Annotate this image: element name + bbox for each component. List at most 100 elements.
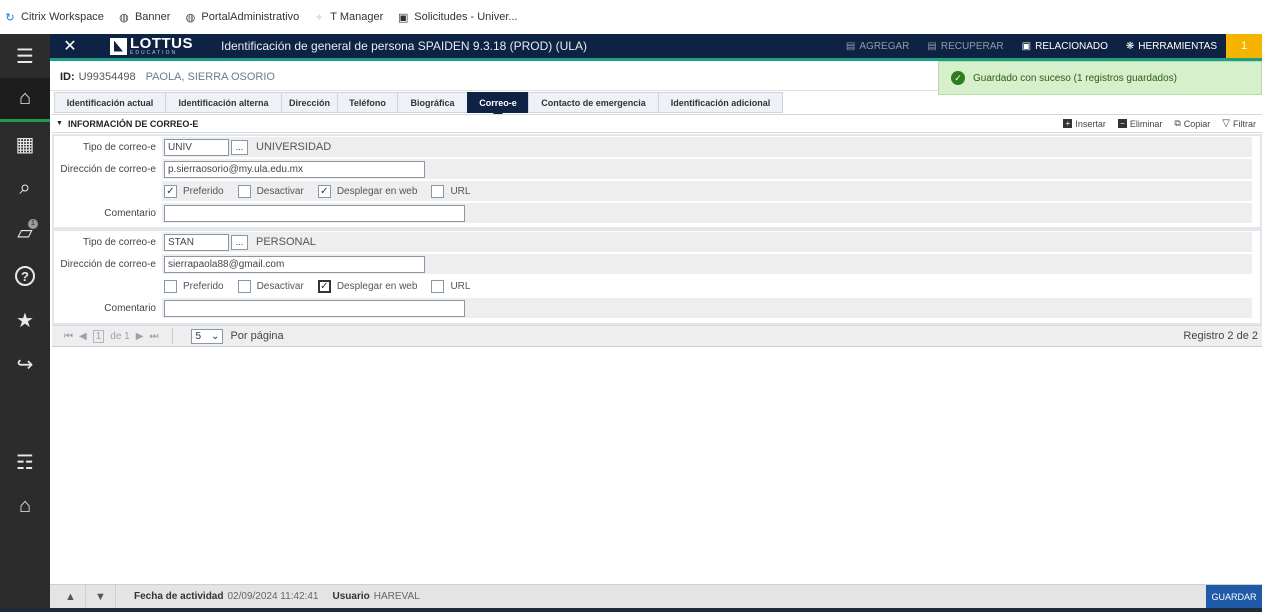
add-label: AGREGAR	[859, 40, 910, 52]
notification-count[interactable]: 1	[1226, 34, 1262, 58]
citrix-icon: ↻	[5, 11, 15, 24]
display-web-checkbox[interactable]: ✓ Desplegar en web	[317, 279, 417, 293]
last-page-icon[interactable]: ⏭	[149, 331, 158, 342]
status-footer: ▲ ▼ Fecha de actividad 02/09/2024 11:42:…	[50, 584, 1262, 609]
per-page-select[interactable]: 5 ⌄	[191, 328, 224, 344]
related-button[interactable]: ▣ RELACIONADO	[1013, 34, 1117, 58]
display-web-label: Desplegar en web	[336, 185, 418, 197]
bookmark-label: T Manager	[330, 11, 384, 23]
prev-page-icon[interactable]: ◀	[79, 331, 87, 342]
success-toast[interactable]: ✓ Guardado con suceso (1 registros guard…	[938, 61, 1262, 95]
tab-telefono[interactable]: Teléfono	[337, 92, 397, 113]
url-checkbox[interactable]: URL	[431, 279, 470, 293]
tab-correo-e[interactable]: Correo-e	[467, 92, 528, 118]
tab-direccion[interactable]: Dirección	[281, 92, 337, 113]
bookmark-label: Banner	[134, 11, 171, 23]
add-button[interactable]: ▤ AGREGAR	[837, 34, 918, 58]
comment-field[interactable]	[164, 204, 465, 222]
display-web-checkbox[interactable]: ✓ Desplegar en web	[317, 184, 418, 198]
bookmark-item[interactable]: ✦ T Manager	[313, 11, 384, 24]
logo: LOTTUS EDUCATION	[110, 36, 193, 56]
comment-row: Comentario	[54, 297, 1260, 319]
retrieve-label: RECUPERAR	[940, 40, 1004, 52]
logo-mark	[110, 37, 127, 55]
options-row: Preferido Desactivar ✓ Desplegar en web U…	[54, 275, 1260, 297]
favorites-icon[interactable]: ★	[0, 298, 50, 342]
lookup-button[interactable]: ...	[231, 139, 248, 155]
institution-icon[interactable]: ⌂	[0, 484, 50, 528]
page-title: Identificación de general de persona SPA…	[221, 39, 587, 53]
scroll-top-icon[interactable]: ▲	[56, 584, 86, 609]
home-icon[interactable]: ⌂	[0, 78, 50, 122]
lookup-button[interactable]: ...	[231, 234, 248, 250]
bookmark-item[interactable]: ▣ Solicitudes - Univer...	[397, 11, 518, 24]
url-checkbox[interactable]: URL	[431, 184, 470, 198]
inactivate-checkbox[interactable]: Desactivar	[237, 279, 304, 293]
grid-icon[interactable]: ▦	[0, 122, 50, 166]
folder-icon[interactable]: ▱ 1	[0, 210, 50, 254]
bookmark-item[interactable]: ↻ Citrix Workspace	[4, 11, 104, 24]
bookmark-item[interactable]: ◍ Banner	[118, 11, 171, 24]
insert-label: Insertar	[1075, 118, 1106, 129]
close-icon[interactable]: ✕	[50, 36, 90, 56]
email-record: Tipo de correo-e STAN ... PERSONAL Direc…	[52, 229, 1262, 325]
user-label: Usuario	[332, 591, 370, 602]
preferred-box: ✓	[164, 184, 177, 198]
page-of-label: de 1	[110, 330, 130, 342]
email-address-field[interactable]: p.sierraosorio@my.ula.edu.mx	[164, 160, 425, 178]
globe-icon: ◍	[119, 11, 129, 24]
help-icon[interactable]: ?	[0, 254, 50, 298]
collapse-caret-icon[interactable]: ▼	[56, 120, 63, 127]
comment-field[interactable]	[164, 299, 465, 317]
inactivate-checkbox[interactable]: Desactivar	[237, 184, 304, 198]
next-page-icon[interactable]: ▶	[136, 331, 144, 342]
activity-date: 02/09/2024 11:42:41	[227, 591, 319, 602]
logo-text: LOTTUS	[130, 35, 193, 52]
per-page-label: Por página	[230, 330, 284, 342]
comment-label: Comentario	[104, 207, 156, 219]
address-row: Dirección de correo-e p.sierraosorio@my.…	[54, 158, 1260, 180]
first-page-icon[interactable]: ⏮	[64, 331, 73, 342]
preferred-checkbox[interactable]: ✓ Preferido	[164, 184, 224, 198]
bookmark-item[interactable]: ◍ PortalAdministrativo	[184, 11, 300, 24]
menu-icon[interactable]: ☰	[0, 34, 50, 78]
address-row: Dirección de correo-e sierrapaola88@gmai…	[54, 253, 1260, 275]
save-button[interactable]: GUARDAR	[1206, 584, 1262, 609]
insert-button[interactable]: + Insertar	[1057, 119, 1112, 129]
tab-biografica[interactable]: Biográfica	[397, 92, 467, 113]
retrieve-icon: ▤	[927, 40, 937, 52]
logo-subtext: EDUCATION	[130, 50, 178, 56]
folder-badge: 1	[28, 219, 38, 229]
tab-identificacion-actual[interactable]: Identificación actual	[54, 92, 165, 113]
tab-identificacion-alterna[interactable]: Identificación alterna	[165, 92, 281, 113]
copy-button[interactable]: ⧉ Copiar	[1168, 118, 1216, 129]
chevron-down-icon: ⌄	[211, 330, 220, 342]
email-type-field[interactable]: STAN	[164, 233, 229, 251]
gear-icon: ❋	[1125, 40, 1135, 52]
exit-icon[interactable]: ↪	[0, 342, 50, 386]
tools-button[interactable]: ❋ HERRAMIENTAS	[1117, 34, 1226, 58]
id-label: ID:	[60, 71, 75, 83]
person-name: PAOLA, SIERRA OSORIO	[145, 71, 275, 83]
help-glyph: ?	[15, 266, 35, 286]
email-record: Tipo de correo-e UNIV ... UNIVERSIDAD Di…	[52, 134, 1262, 229]
filter-button[interactable]: ▽ Filtrar	[1216, 118, 1262, 129]
user-icon[interactable]: ☶	[0, 440, 50, 484]
current-page-field[interactable]: 1	[92, 329, 105, 343]
search-icon[interactable]: ⌕	[0, 166, 50, 210]
filter-icon: ▽	[1222, 118, 1230, 129]
retrieve-button[interactable]: ▤ RECUPERAR	[918, 34, 1012, 58]
email-address-field[interactable]: sierrapaola88@gmail.com	[164, 255, 425, 273]
comment-label: Comentario	[104, 302, 156, 314]
delete-button[interactable]: − Eliminar	[1112, 119, 1169, 129]
tab-identificacion-adicional[interactable]: Identificación adicional	[658, 92, 783, 113]
url-box	[431, 279, 445, 293]
tab-contacto-emergencia[interactable]: Contacto de emergencia	[528, 92, 658, 113]
app-header: ✕ LOTTUS EDUCATION Identificación de gen…	[50, 34, 1262, 61]
email-type-field[interactable]: UNIV	[164, 138, 229, 156]
globe-icon: ◍	[185, 11, 196, 24]
email-type-description: UNIVERSIDAD	[256, 141, 332, 153]
scroll-bottom-icon[interactable]: ▼	[86, 584, 116, 609]
preferred-checkbox[interactable]: Preferido	[164, 279, 224, 293]
plus-icon: +	[1063, 119, 1073, 128]
